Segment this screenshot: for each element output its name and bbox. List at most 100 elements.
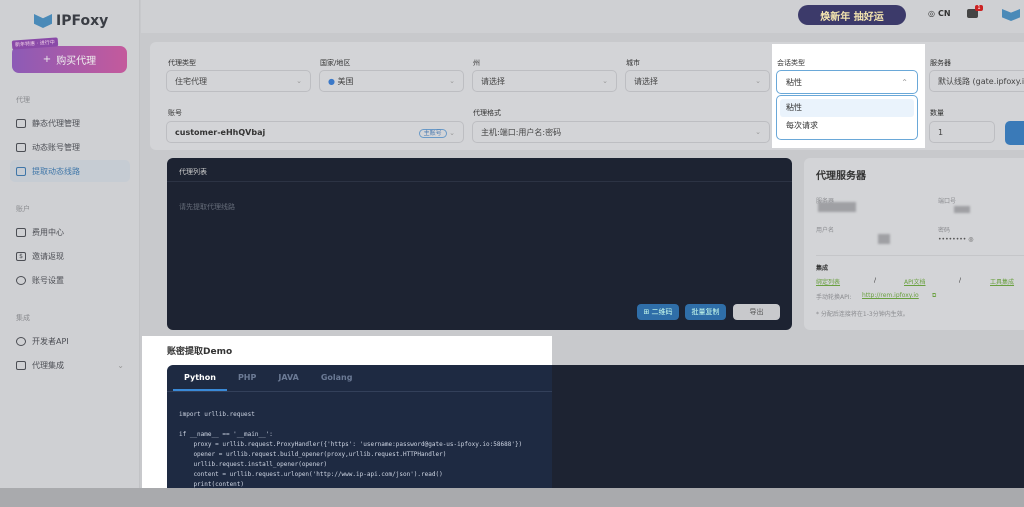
chevron-down-icon: ⌄ xyxy=(449,77,455,85)
qr-code-button[interactable]: ⊞ 二维码 xyxy=(637,304,679,320)
language-tabs: Python PHP JAVA Golang xyxy=(167,365,552,392)
section-integration: 集成 xyxy=(16,314,30,322)
demo-title: 账密提取Demo xyxy=(167,347,233,357)
logo[interactable]: IPFoxy xyxy=(34,13,108,29)
link-api-docs[interactable]: API文档 xyxy=(904,277,926,286)
format-select[interactable]: 主机:端口:用户名:密码 ⌄ xyxy=(472,121,770,143)
sidebar-item-invite[interactable]: $ 邀请返现 xyxy=(10,245,130,267)
clock-icon xyxy=(16,275,26,285)
list-icon xyxy=(16,166,26,176)
city-label: 城市 xyxy=(626,59,640,67)
label: 静态代理管理 xyxy=(32,118,80,128)
copy-icon[interactable]: ⧉ xyxy=(932,292,936,300)
state-label: 州 xyxy=(473,59,480,67)
tab-python[interactable]: Python xyxy=(173,365,227,391)
label: 账号设置 xyxy=(32,275,64,285)
label: 二维码 xyxy=(651,308,673,316)
globe-icon: ◎ xyxy=(928,9,935,18)
tab-php[interactable]: PHP xyxy=(227,365,267,391)
manual-api-link[interactable]: http://rem.ipfoxy.io xyxy=(862,292,919,299)
sidebar-item-billing[interactable]: 费用中心 xyxy=(10,221,130,243)
manual-api-label: 手动轮换API: xyxy=(816,294,852,301)
port-label: 端口号 xyxy=(938,198,957,205)
proxy-type-select[interactable]: 住宅代理 ⌄ xyxy=(166,70,311,92)
value: customer-eHhQVbaj xyxy=(175,127,266,137)
main-account-tag: 主账号 xyxy=(418,128,447,138)
value: 1 xyxy=(938,127,944,137)
divider xyxy=(816,255,1024,256)
value: 请选择 xyxy=(634,76,658,86)
api-icon xyxy=(16,336,26,346)
globe-icon: ● xyxy=(328,76,338,86)
language-switch[interactable]: ◎ CN xyxy=(928,9,951,18)
chevron-down-icon: ⌄ xyxy=(296,77,302,85)
sidebar-item-static-proxy[interactable]: 静态代理管理 xyxy=(10,112,130,134)
sidebar-item-developer-api[interactable]: 开发者API xyxy=(10,330,130,352)
session-dropdown: 粘性 每次请求 xyxy=(776,95,918,140)
sliders-icon xyxy=(16,142,26,152)
promo-banner[interactable]: 焕新年 抽好运 xyxy=(798,5,906,25)
city-select[interactable]: 请选择 ⌄ xyxy=(625,70,770,92)
fox-logo-icon xyxy=(34,14,52,28)
account-select[interactable]: customer-eHhQVbaj 主账号 ⌄ xyxy=(166,121,464,143)
chevron-down-icon: ⌄ xyxy=(602,77,608,85)
sidebar-item-settings[interactable]: 账号设置 xyxy=(10,269,130,291)
password-mask: •••••••• xyxy=(938,236,967,243)
value: 主机:端口:用户名:密码 xyxy=(481,127,562,137)
buy-proxy-button[interactable]: + 购买代理 xyxy=(12,46,127,73)
export-button[interactable]: 导出 xyxy=(733,304,780,320)
format-label: 代理格式 xyxy=(473,109,501,117)
section-account: 账户 xyxy=(16,205,30,213)
value: 住宅代理 xyxy=(175,76,207,86)
state-select[interactable]: 请选择 ⌄ xyxy=(472,70,617,92)
proxy-type-label: 代理类型 xyxy=(168,59,196,67)
server-label: 服务器 xyxy=(930,59,951,67)
sidebar-item-dynamic-account[interactable]: 动态账号管理 xyxy=(10,136,130,158)
server-panel-title: 代理服务器 xyxy=(816,171,866,182)
lang-label: CN xyxy=(937,9,951,18)
quantity-input[interactable]: 1 xyxy=(929,121,995,143)
dollar-icon: $ xyxy=(16,251,26,261)
separator: / xyxy=(874,277,877,284)
proxy-list-placeholder: 请先提取代理线路 xyxy=(179,203,235,211)
divider xyxy=(167,181,792,182)
overlay-strip xyxy=(0,488,1024,507)
sidebar-item-extract-lines[interactable]: 提取动态线路 xyxy=(10,160,130,182)
chevron-up-icon: ⌃ xyxy=(901,77,908,87)
brand-name: IPFoxy xyxy=(56,13,109,29)
demo-code-panel: Python PHP JAVA Golang import urllib.req… xyxy=(167,365,552,488)
account-label: 账号 xyxy=(168,109,182,117)
label: 动态账号管理 xyxy=(32,142,80,152)
buy-label: 购买代理 xyxy=(56,56,97,67)
tab-java[interactable]: JAVA xyxy=(267,365,309,391)
extract-button[interactable] xyxy=(1005,121,1024,145)
option-sticky[interactable]: 粘性 xyxy=(780,99,914,117)
country-select[interactable]: ● 美国 ⌄ xyxy=(319,70,464,92)
batch-copy-button[interactable]: 批量复制 xyxy=(685,304,726,320)
tab-golang[interactable]: Golang xyxy=(310,365,364,391)
eye-icon[interactable]: ◎ xyxy=(968,236,973,243)
value: 美国 xyxy=(337,76,354,86)
activation-note: * 分配后连接将在1-3分钟内生效。 xyxy=(816,311,909,318)
session-label: 会话类型 xyxy=(777,59,805,67)
proxy-server-panel: 代理服务器 服务器 端口号 用户名 密码 •••••••• ◎ 集成 绑定列表 … xyxy=(804,158,1024,330)
label: 邀请返现 xyxy=(32,251,64,261)
sidebar-item-proxy-integration[interactable]: 代理集成 ⌄ xyxy=(10,354,130,376)
session-select[interactable]: 粘性 ⌃ xyxy=(776,70,918,94)
link-bind-list[interactable]: 绑定列表 xyxy=(816,277,840,286)
value: 请选择 xyxy=(481,76,505,86)
plus-icon: + xyxy=(42,54,52,65)
value: 粘性 xyxy=(786,77,802,87)
chevron-down-icon: ⌄ xyxy=(755,128,761,136)
integration-title: 集成 xyxy=(816,265,829,272)
user-value-redacted xyxy=(878,234,890,244)
password-value: •••••••• ◎ xyxy=(938,236,973,243)
server-select[interactable]: 默认线路 (gate.ipfoxy.io xyxy=(929,70,1024,92)
value: 默认线路 (gate.ipfoxy.io xyxy=(938,76,1024,86)
label: 开发者API xyxy=(32,336,69,346)
port-value-redacted xyxy=(954,206,970,213)
notification-badge: 1 xyxy=(975,5,983,11)
option-per-request[interactable]: 每次请求 xyxy=(780,117,914,135)
password-label: 密码 xyxy=(938,227,951,234)
link-tool-integration[interactable]: 工具集成 xyxy=(990,277,1014,286)
